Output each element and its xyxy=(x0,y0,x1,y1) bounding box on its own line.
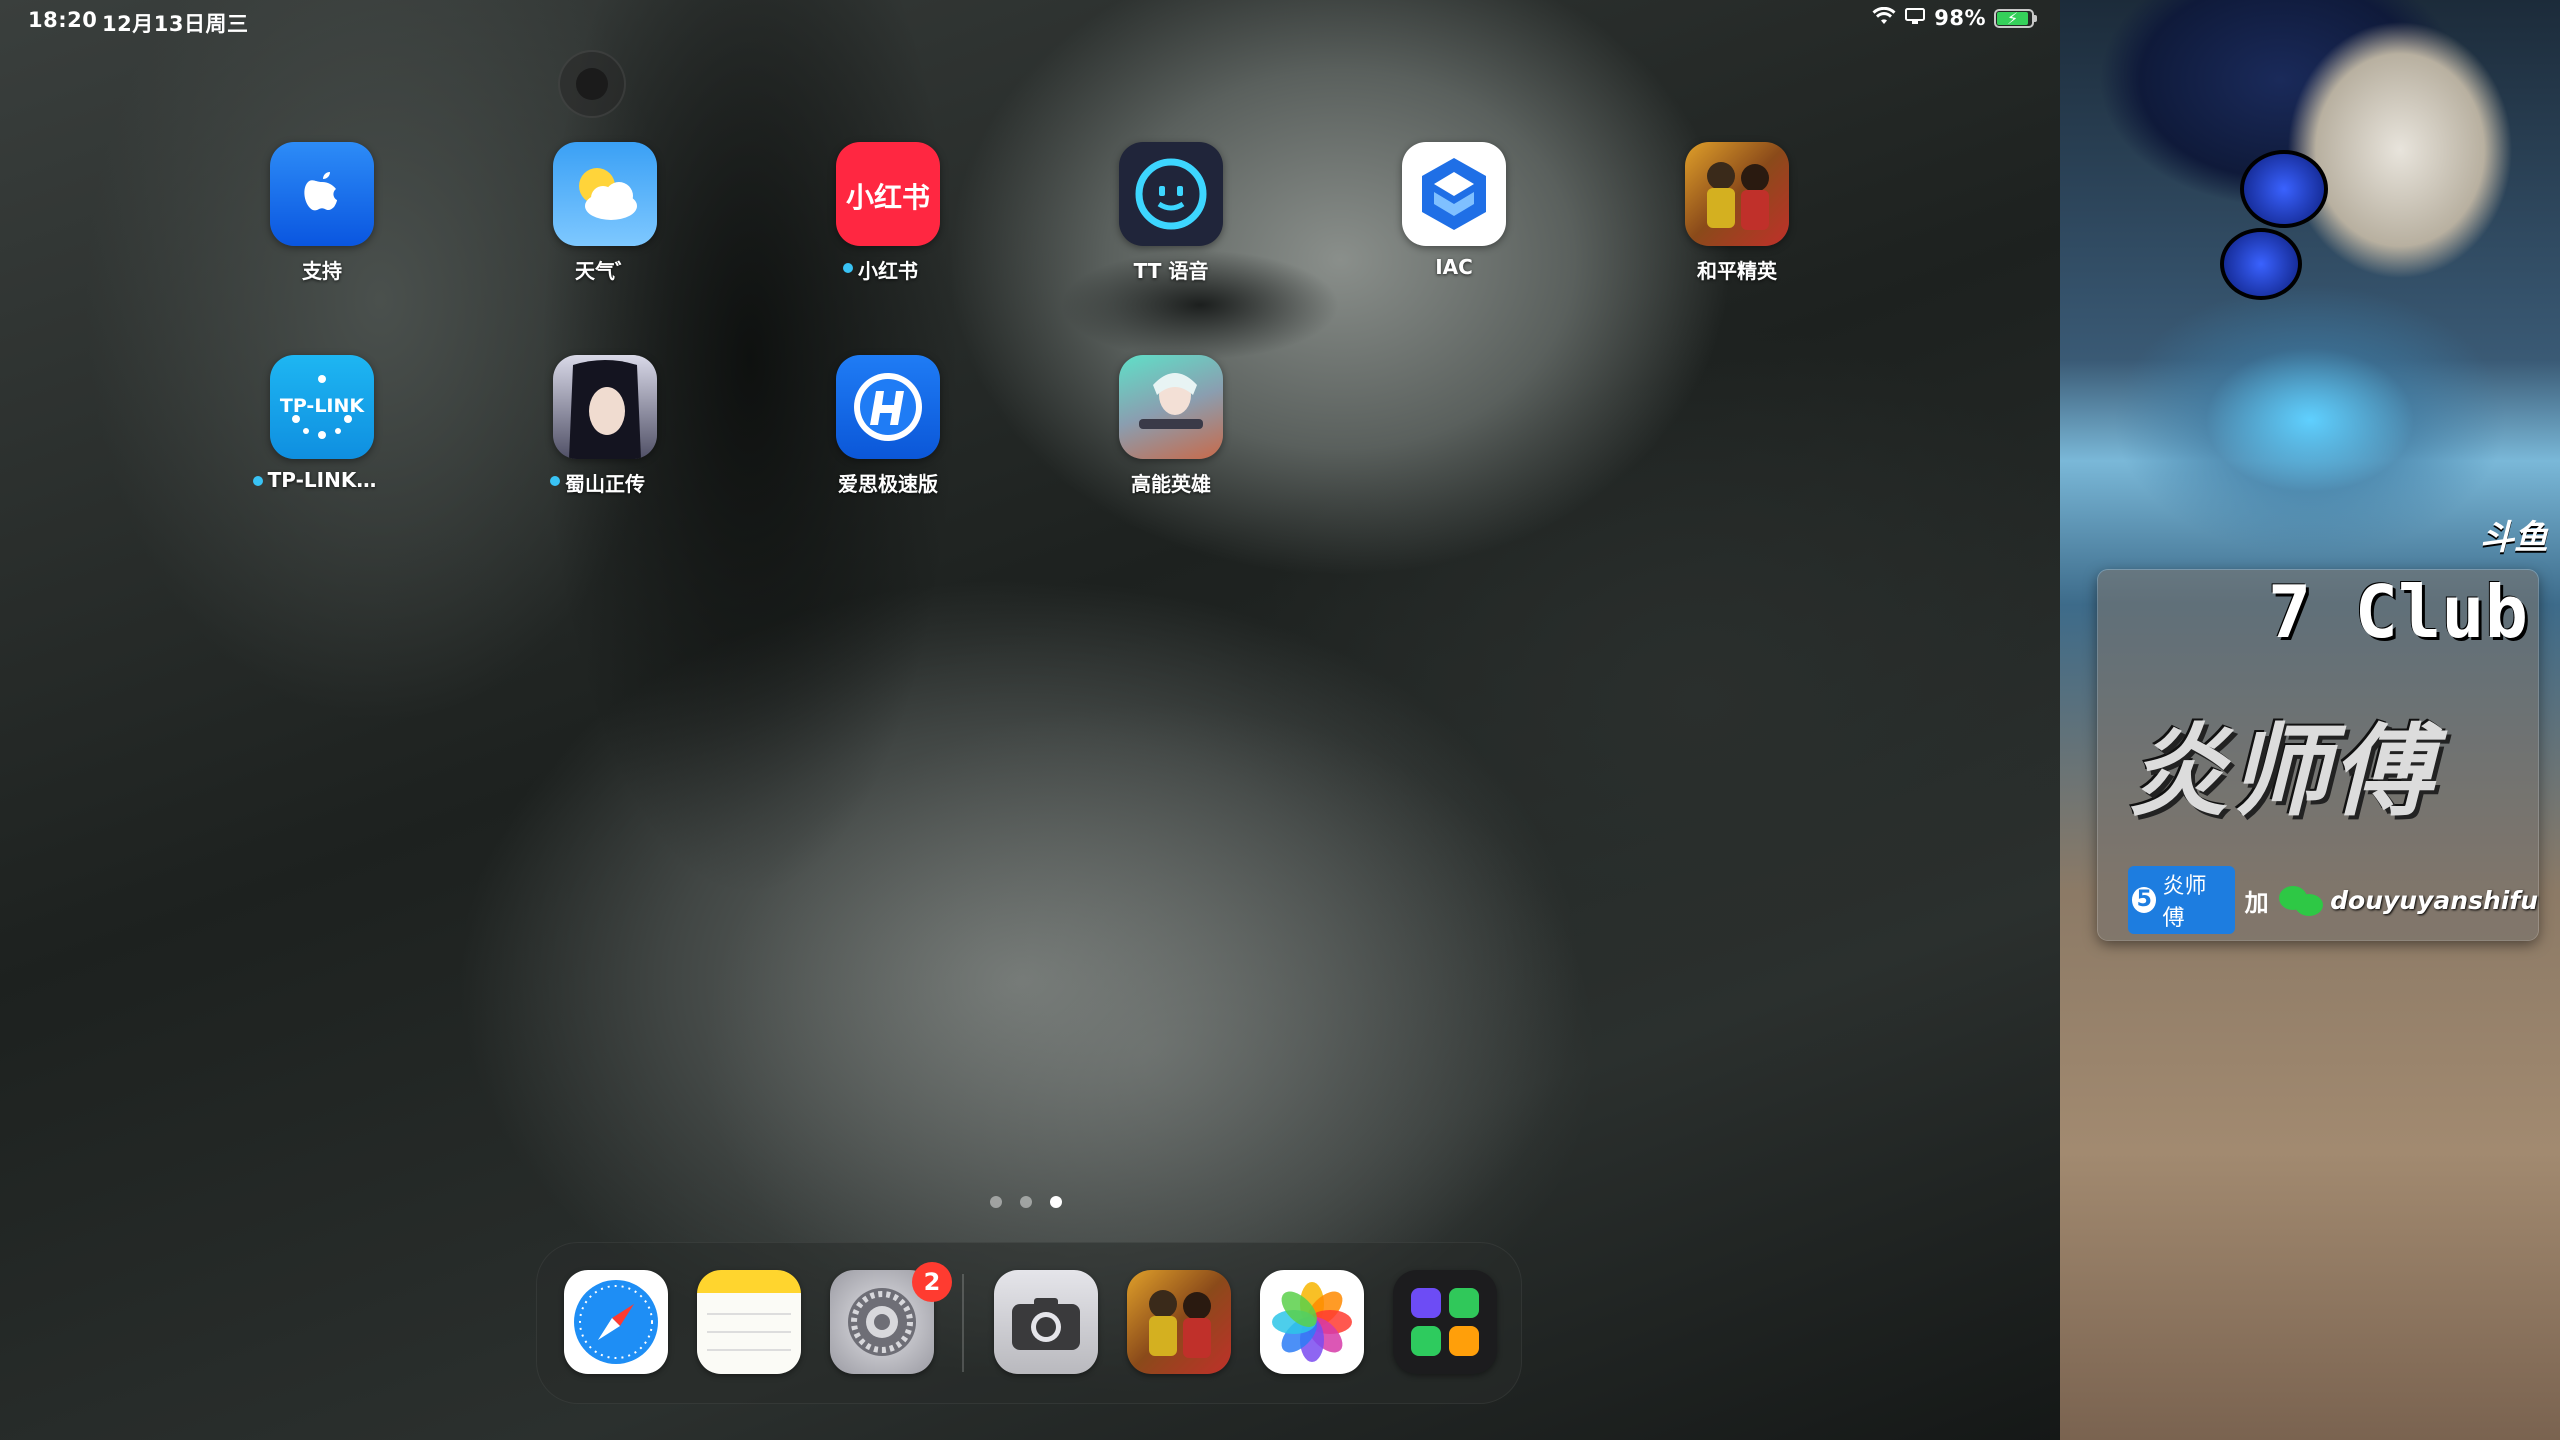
ipad-home-screen: 18:20 12月13日周三 98% ⚡ 支持 天气゛ 小红书 小红书 TT 语… xyxy=(0,0,2060,1440)
shushan-icon xyxy=(553,355,657,459)
app-label: 高能英雄 xyxy=(1131,472,1211,496)
app-weather[interactable]: 天气゛ xyxy=(525,142,685,284)
app-support[interactable]: 支持 xyxy=(242,142,402,284)
app-xiaohongshu[interactable]: 小红书 小红书 xyxy=(808,142,968,284)
dock-camera[interactable] xyxy=(994,1270,1098,1374)
app-label: 支持 xyxy=(302,259,342,283)
app-peace-elite[interactable]: 和平精英 xyxy=(1657,142,1817,284)
douyu-badge-icon: 5 xyxy=(2132,887,2157,913)
status-right-group: 98% ⚡ xyxy=(1872,6,2037,30)
charging-bolt-icon: ⚡ xyxy=(2007,8,2019,28)
wechat-id: douyuyanshifu xyxy=(2330,885,2538,915)
app-label: TT 语音 xyxy=(1133,259,1209,283)
douyu-tag: 5 炎师傅 xyxy=(2128,866,2235,934)
app-label: 和平精英 xyxy=(1697,259,1777,283)
dock-notes[interactable] xyxy=(697,1270,801,1374)
notes-icon xyxy=(707,1313,791,1351)
xiaohongshu-icon-text: 小红书 xyxy=(845,181,930,214)
app-shushan[interactable]: 蜀山正传 xyxy=(525,355,685,497)
page-indicator[interactable] xyxy=(990,1196,1062,1208)
status-date: 12月13日周三 xyxy=(102,12,249,36)
settings-badge: 2 xyxy=(912,1262,952,1302)
battery-icon: ⚡ xyxy=(1994,8,2037,28)
app-tplink[interactable]: TP-LINK TP-LINK… xyxy=(242,355,402,492)
sunglasses-left xyxy=(2240,150,2328,228)
safari-icon xyxy=(574,1280,658,1364)
new-app-dot xyxy=(843,263,853,273)
dock-app-library[interactable] xyxy=(1393,1270,1497,1374)
dock-peace-elite[interactable] xyxy=(1127,1270,1231,1374)
new-app-dot xyxy=(252,476,263,486)
wechat-icon xyxy=(2278,884,2323,916)
douyu-tag-label: 炎师傅 xyxy=(2162,874,2207,931)
sunglasses-right xyxy=(2220,228,2302,300)
app-tt-voice[interactable]: TT 语音 xyxy=(1091,142,1251,284)
page-dot[interactable] xyxy=(990,1196,1002,1208)
app-iac[interactable]: IAC xyxy=(1374,142,1534,279)
app-label: IAC xyxy=(1435,255,1473,279)
wifi-icon xyxy=(1872,6,1896,30)
peace-elite-icon xyxy=(1149,1290,1211,1358)
app-aisi[interactable]: 爱思极速版 xyxy=(808,355,968,497)
weather-icon xyxy=(553,142,657,246)
xiaohongshu-icon: 小红书 xyxy=(836,142,940,246)
apple-support-icon xyxy=(270,142,374,246)
app-label: 爱思极速版 xyxy=(838,472,938,496)
iac-icon xyxy=(1402,142,1506,246)
dock-divider xyxy=(962,1274,964,1372)
screen-mirror-icon xyxy=(1904,6,1926,30)
dock: 2 xyxy=(536,1242,1522,1404)
douyu-logo: 斗鱼 xyxy=(2480,518,2548,558)
streamer-card: 7 Club 炎师傅 5 炎师傅 加 douyuyanshifu xyxy=(2098,570,2538,940)
aisi-icon xyxy=(836,355,940,459)
stream-overlay-panel: 斗鱼 7 Club 炎师傅 5 炎师傅 加 douyuyanshifu xyxy=(2060,0,2560,1440)
new-app-dot xyxy=(550,476,560,486)
battery-percent: 98% xyxy=(1934,6,1986,30)
add-text: 加 xyxy=(2244,888,2269,917)
app-label: 天气゛ xyxy=(575,259,635,283)
app-gaoneng-hero[interactable]: 高能英雄 xyxy=(1091,355,1251,497)
streamer-avatar-art xyxy=(2100,0,2560,380)
camera-icon xyxy=(1012,1298,1080,1350)
streamer-name: 炎师傅 xyxy=(2128,713,2434,830)
club-title: 7 Club xyxy=(2267,570,2528,654)
contact-row: 5 炎师傅 加 douyuyanshifu xyxy=(2128,866,2538,934)
page-dot-current[interactable] xyxy=(1050,1196,1062,1208)
assistive-touch-button[interactable] xyxy=(558,50,626,118)
page-dot[interactable] xyxy=(1020,1196,1032,1208)
app-label: 蜀山正传 xyxy=(565,472,645,496)
dock-safari[interactable] xyxy=(564,1270,668,1374)
tplink-icon: TP-LINK xyxy=(270,355,374,459)
app-label: 小红书 xyxy=(858,259,918,283)
app-library-icon xyxy=(1411,1288,1479,1356)
photos-icon xyxy=(1272,1282,1352,1362)
peace-elite-icon xyxy=(1685,142,1789,246)
gaoneng-hero-icon xyxy=(1119,355,1223,459)
dock-photos[interactable] xyxy=(1260,1270,1364,1374)
status-time: 18:20 xyxy=(28,8,98,32)
app-label: TP-LINK… xyxy=(267,468,377,492)
tt-voice-icon xyxy=(1119,142,1223,246)
